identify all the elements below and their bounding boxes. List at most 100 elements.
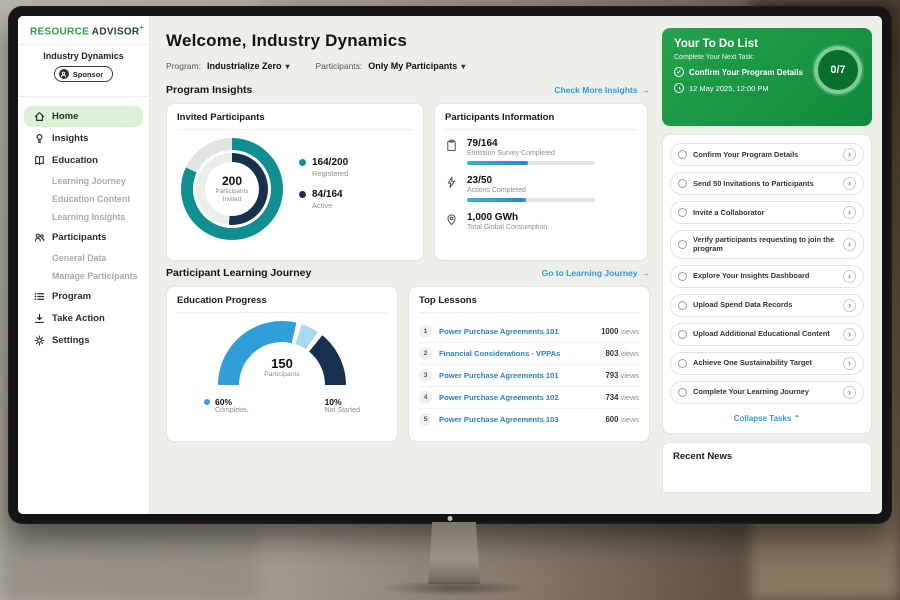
task-checkbox[interactable]: [678, 179, 687, 188]
lesson-rank: 5: [419, 413, 432, 426]
task-checkbox[interactable]: [678, 150, 687, 159]
lesson-link[interactable]: Power Purchase Agreements 101: [439, 371, 598, 380]
lesson-link[interactable]: Power Purchase Agreements 102: [439, 393, 598, 402]
filters-row: Program: Industrialize Zero ▾ Participan…: [166, 61, 650, 71]
lesson-link[interactable]: Financial Considerations - VPPAs: [439, 349, 598, 358]
stat-global-consumption: 1,000 GWh Total Global Consumption: [445, 212, 637, 231]
lesson-views: 793: [605, 371, 618, 380]
participants-select-value: Only My Participants: [368, 61, 457, 71]
task-item[interactable]: Send 50 Invitations to Participants ›: [670, 172, 864, 195]
views-suffix: views: [618, 393, 639, 402]
participants-filter: Participants: Only My Participants ▾: [316, 61, 466, 71]
download-arrow-icon: [34, 313, 45, 324]
monitor-stand-shadow: [380, 580, 530, 596]
check-more-insights-link[interactable]: Check More Insights →: [554, 85, 650, 95]
sponsor-badge[interactable]: Sponsor: [54, 66, 113, 82]
stat-value: 23/50: [467, 175, 595, 186]
dashboard-screen: RESOURCE ADVISOR+ Industry Dynamics Spon…: [18, 16, 882, 514]
sidebar-item-insights[interactable]: Insights: [24, 128, 143, 149]
sidebar-item-education[interactable]: Education: [24, 150, 143, 171]
go-to-learning-journey-link[interactable]: Go to Learning Journey →: [542, 268, 650, 278]
chevron-right-icon[interactable]: ›: [843, 270, 856, 283]
sidebar-item-participants[interactable]: Participants: [24, 227, 143, 248]
chevron-right-icon[interactable]: ›: [843, 177, 856, 190]
chevron-down-icon: ▾: [285, 62, 289, 71]
sidebar-item-label: Home: [52, 111, 78, 122]
donut-center-label: Participants Invited: [211, 188, 253, 204]
participants-filter-label: Participants:: [316, 61, 363, 71]
task-label: Upload Additional Educational Content: [693, 329, 837, 338]
chevron-right-icon[interactable]: ›: [843, 328, 856, 341]
lesson-link[interactable]: Power Purchase Agreements 101: [439, 327, 594, 336]
lesson-rank: 1: [419, 325, 432, 338]
task-item[interactable]: Upload Spend Data Records ›: [670, 294, 864, 317]
task-item[interactable]: Explore Your Insights Dashboard ›: [670, 265, 864, 288]
stat-label: Actions Completed: [467, 187, 595, 194]
donut-legend: 164/200 Registered 84/164 Active: [299, 157, 348, 221]
lesson-link[interactable]: Power Purchase Agreements 103: [439, 415, 598, 424]
main-area: Welcome, Industry Dynamics Program: Indu…: [150, 16, 882, 514]
task-item[interactable]: Verify participants requesting to join t…: [670, 230, 864, 259]
lightning-icon: [445, 176, 459, 190]
sidebar-item-manage-participants[interactable]: Manage Participants: [18, 267, 149, 285]
sidebar-item-label: Settings: [52, 335, 89, 346]
participants-information-card: Participants Information 79/164 Emission…: [434, 103, 648, 261]
app-logo: RESOURCE ADVISOR+: [18, 25, 149, 37]
todo-due-label: 12 May 2025, 12:00 PM: [689, 84, 769, 93]
list-icon: [34, 291, 45, 302]
chevron-right-icon[interactable]: ›: [843, 386, 856, 399]
lesson-rank: 3: [419, 369, 432, 382]
task-checkbox[interactable]: [678, 240, 687, 249]
monitor-bezel: RESOURCE ADVISOR+ Industry Dynamics Spon…: [8, 6, 892, 524]
chevron-right-icon[interactable]: ›: [843, 299, 856, 312]
task-item[interactable]: Invite a Collaborator ›: [670, 201, 864, 224]
legend-value: 10%: [325, 397, 360, 407]
task-checkbox[interactable]: [678, 301, 687, 310]
sidebar-item-home[interactable]: Home: [24, 106, 143, 127]
collapse-tasks-link[interactable]: Collapse Tasks ⌃: [670, 410, 864, 429]
sidebar-item-learning-insights[interactable]: Learning Insights: [18, 208, 149, 226]
chevron-right-icon[interactable]: ›: [843, 206, 856, 219]
program-insights-header: Program Insights Check More Insights →: [166, 84, 650, 96]
lesson-row: 1 Power Purchase Agreements 101 1000 vie…: [419, 321, 639, 343]
power-led: [448, 516, 453, 521]
logo-secondary: ADVISOR: [92, 26, 140, 37]
task-checkbox[interactable]: [678, 359, 687, 368]
sidebar-item-general-data[interactable]: General Data: [18, 249, 149, 267]
task-item[interactable]: Complete Your Learning Journey ›: [670, 381, 864, 404]
chevron-right-icon[interactable]: ›: [843, 238, 856, 251]
task-checkbox[interactable]: [678, 208, 687, 217]
legend-value: 164/200: [312, 157, 348, 168]
task-checkbox[interactable]: [678, 330, 687, 339]
task-item[interactable]: Upload Additional Educational Content ›: [670, 323, 864, 346]
stat-actions-completed: 23/50 Actions Completed: [445, 175, 637, 202]
program-select[interactable]: Industrialize Zero ▾: [207, 61, 290, 71]
lesson-row: 5 Power Purchase Agreements 103 600 view…: [419, 409, 639, 430]
task-checkbox[interactable]: [678, 272, 687, 281]
task-item[interactable]: Achieve One Sustainability Target ›: [670, 352, 864, 375]
sponsor-person-icon: [59, 69, 69, 79]
divider: [18, 44, 149, 45]
sidebar-item-learning-journey[interactable]: Learning Journey: [18, 172, 149, 190]
gauge-center: 150 Participants: [239, 342, 325, 428]
legend-dot: [299, 159, 306, 166]
task-checkbox[interactable]: [678, 388, 687, 397]
todo-progress-ring: 0/7: [814, 46, 862, 94]
program-filter-label: Program:: [166, 61, 201, 71]
participants-select[interactable]: Only My Participants ▾: [368, 61, 465, 71]
sidebar-item-take-action[interactable]: Take Action: [24, 308, 143, 329]
sidebar-nav: Home Insights Education Learning Journey…: [18, 103, 149, 360]
monitor-stand: [428, 522, 480, 584]
sidebar-item-program[interactable]: Program: [24, 286, 143, 307]
chevron-right-icon[interactable]: ›: [843, 357, 856, 370]
legend-registered: 164/200 Registered: [299, 157, 348, 178]
progress-track: [467, 161, 595, 165]
education-gauge-chart: 150 Participants: [218, 321, 346, 387]
chevron-right-icon[interactable]: ›: [843, 148, 856, 161]
sidebar-item-education-content[interactable]: Education Content: [18, 190, 149, 208]
sidebar-item-settings[interactable]: Settings: [24, 330, 143, 351]
legend-label: Active: [312, 201, 343, 210]
legend-value: 84/164: [312, 189, 343, 200]
sidebar-item-label: Program: [52, 291, 91, 302]
task-item[interactable]: Confirm Your Program Details ›: [670, 143, 864, 166]
